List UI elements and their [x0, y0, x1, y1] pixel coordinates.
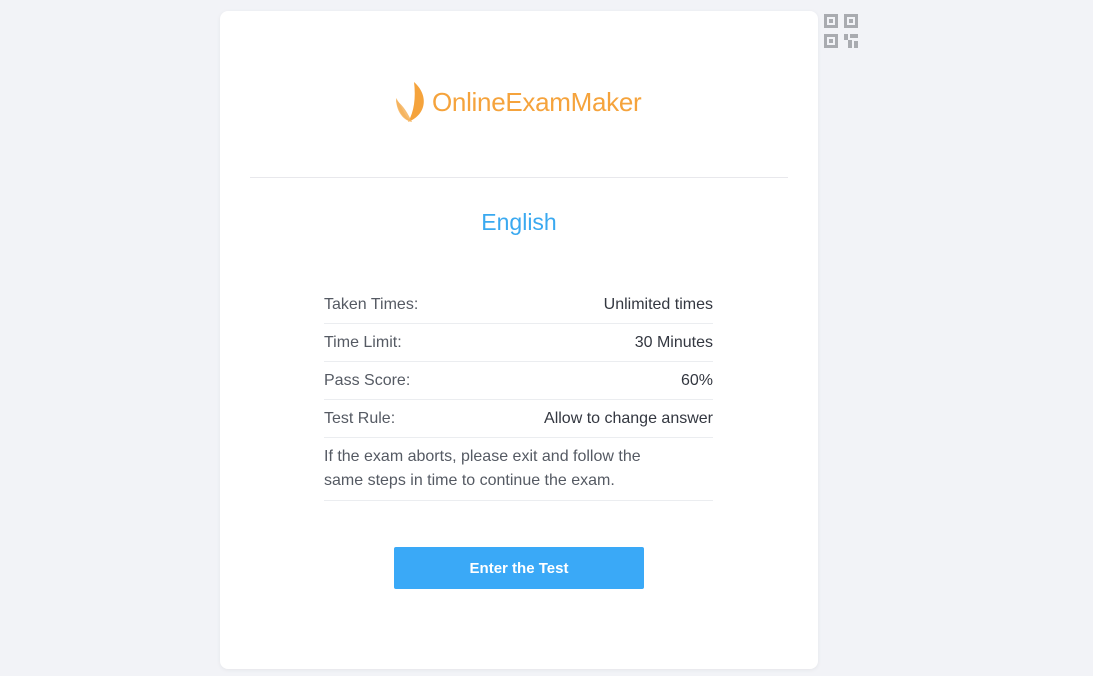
info-label: Test Rule:: [324, 409, 396, 427]
qr-code-icon[interactable]: [824, 14, 858, 48]
info-row-time-limit: Time Limit: 30 Minutes: [324, 324, 713, 362]
exam-info-list: Taken Times: Unlimited times Time Limit:…: [324, 286, 713, 501]
info-value: Allow to change answer: [544, 409, 713, 427]
info-label: Pass Score:: [324, 371, 411, 389]
info-label: Time Limit:: [324, 333, 402, 351]
header-divider: [250, 177, 788, 178]
brand-logo: OnlineExamMaker: [394, 80, 642, 124]
enter-test-button[interactable]: Enter the Test: [394, 547, 644, 589]
info-label: Taken Times:: [324, 295, 419, 313]
exam-card: OnlineExamMaker English Taken Times: Unl…: [220, 11, 818, 669]
info-row-pass-score: Pass Score: 60%: [324, 362, 713, 400]
info-value: 60%: [680, 371, 713, 389]
brand-name: OnlineExamMaker: [432, 86, 642, 117]
exam-title: English: [481, 209, 557, 235]
info-value: Unlimited times: [603, 295, 713, 313]
info-row-taken-times: Taken Times: Unlimited times: [324, 286, 713, 324]
info-row-test-rule: Test Rule: Allow to change answer: [324, 400, 713, 438]
leaf-logo-icon: [394, 80, 428, 124]
exam-note: If the exam aborts, please exit and foll…: [324, 448, 641, 489]
exam-note-row: If the exam aborts, please exit and foll…: [324, 438, 713, 501]
info-value: 30 Minutes: [634, 333, 713, 351]
